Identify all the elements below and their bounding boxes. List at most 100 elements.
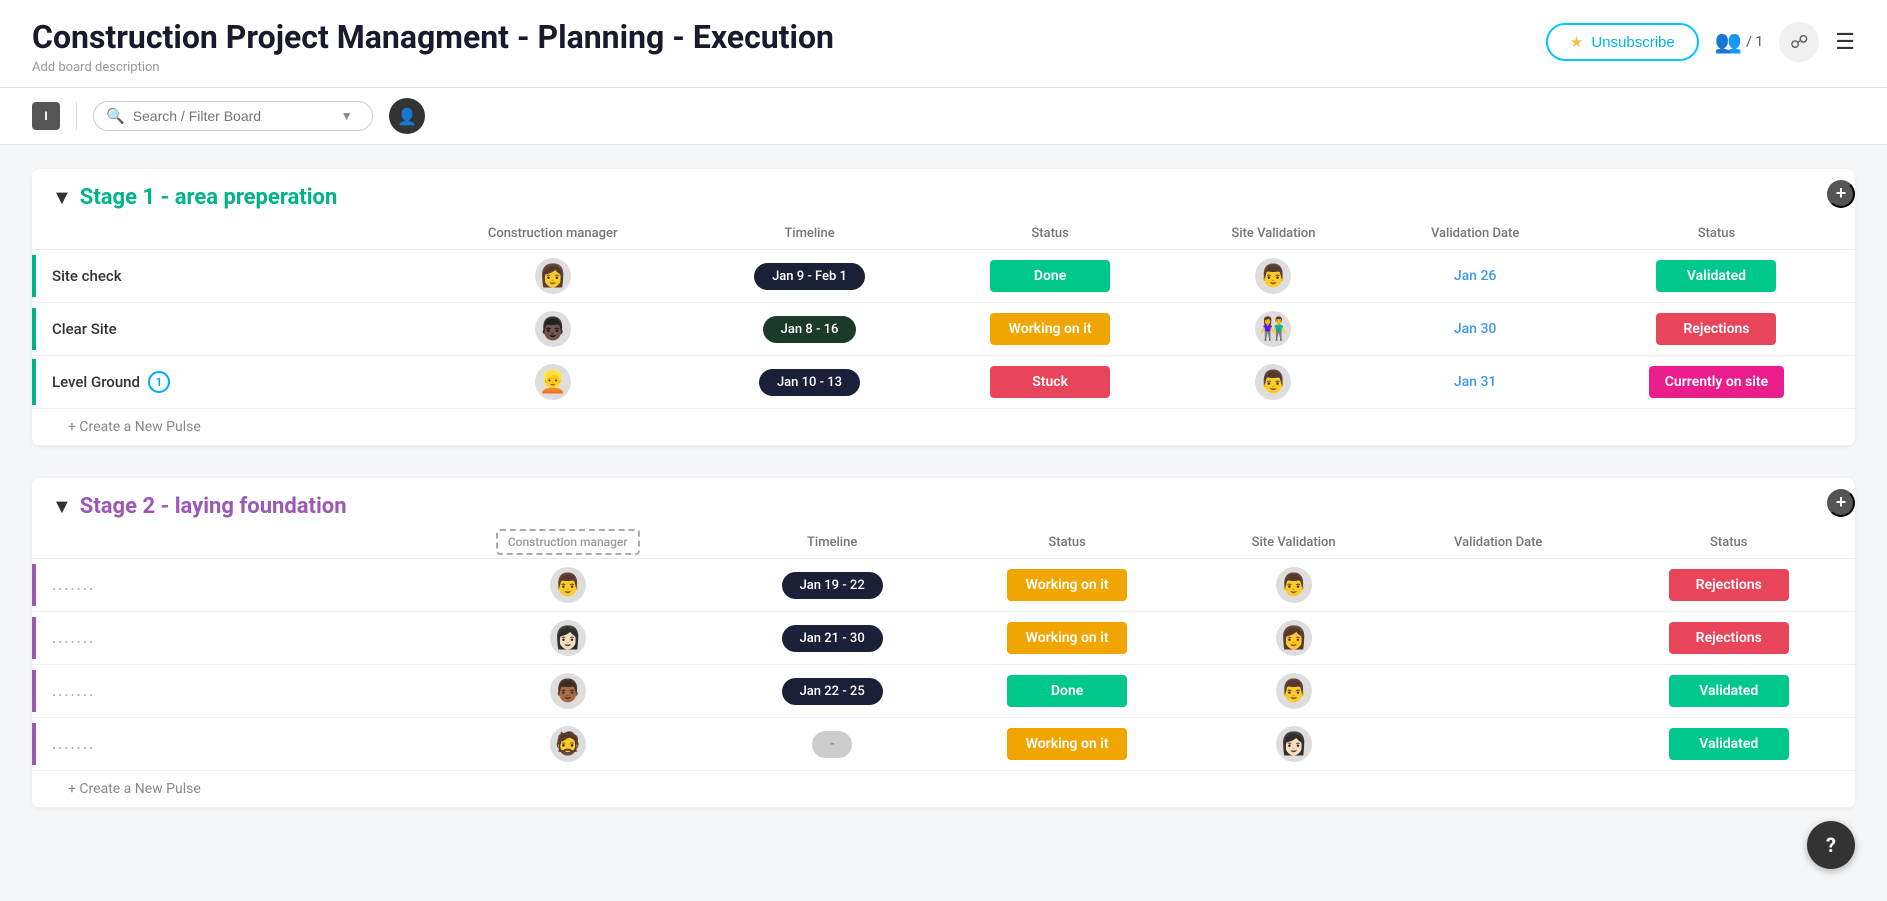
col2-site-validation: Site Validation <box>1193 527 1394 559</box>
final-status-cell-3[interactable]: Validated <box>1602 718 1855 771</box>
col2-timeline: Timeline <box>723 527 940 559</box>
stage-1-collapse-icon[interactable]: ▼ <box>52 185 72 210</box>
add-pulse-cell: + Create a New Pulse <box>32 771 1855 808</box>
stage-2-table-wrapper: Construction manager Timeline Status Sit… <box>32 527 1855 808</box>
status-cell-2[interactable]: Done <box>941 665 1193 718</box>
timeline-cell-1[interactable]: Jan 8 - 16 <box>693 303 925 356</box>
hamburger-button[interactable]: ☰ <box>1835 29 1855 55</box>
task-name-text: Clear Site <box>52 320 117 338</box>
help-button[interactable]: ? <box>1807 821 1855 869</box>
avatar: 👩 <box>535 258 571 294</box>
timeline-pill: - <box>812 731 852 758</box>
construction-manager-cell-0: 👨 <box>412 559 723 612</box>
col2-status: Status <box>941 527 1193 559</box>
stage-1-section: ▼ Stage 1 - area preperation + Construct… <box>32 169 1855 446</box>
site-validation-avatar: 👨 <box>1255 364 1291 400</box>
final-status-cell-0[interactable]: Rejections <box>1602 559 1855 612</box>
stage-2-collapse-icon[interactable]: ▼ <box>52 494 72 519</box>
chevron-down-icon[interactable]: ▼ <box>341 109 353 123</box>
status-badge: Done <box>990 260 1110 292</box>
stage-1-add-column-button[interactable]: + <box>1827 180 1855 208</box>
site-validation-cell-1: 👫 <box>1175 303 1373 356</box>
task-name-cell-3[interactable]: ....... <box>32 718 412 771</box>
status-cell-0[interactable]: Done <box>926 250 1175 303</box>
stage-2-add-column-button[interactable]: + <box>1827 489 1855 517</box>
col-task-name <box>32 218 412 250</box>
construction-manager-cell-1: 👨🏿 <box>412 303 693 356</box>
validation-date-cell-1 <box>1394 612 1603 665</box>
menu-icon: ☰ <box>1835 29 1855 54</box>
add-pulse-row: + Create a New Pulse <box>32 409 1855 446</box>
table-row: ....... 👨 Jan 19 - 22 Working on it 👨 Re… <box>32 559 1855 612</box>
status-badge: Working on it <box>1007 728 1127 760</box>
status-cell-3[interactable]: Working on it <box>941 718 1193 771</box>
user-avatar-filter[interactable]: 👤 <box>389 98 425 134</box>
final-status-cell-2[interactable]: Currently on site <box>1578 356 1855 409</box>
construction-manager-cell-3: 🧔 <box>412 718 723 771</box>
timeline-pill: Jan 21 - 30 <box>782 625 883 652</box>
validation-date-cell-2 <box>1394 665 1603 718</box>
filter-toggle-button[interactable]: I <box>32 102 60 130</box>
final-status-cell-0[interactable]: Validated <box>1578 250 1855 303</box>
status-cell-1[interactable]: Working on it <box>941 612 1193 665</box>
timeline-cell-0[interactable]: Jan 9 - Feb 1 <box>693 250 925 303</box>
task-name-text: ....... <box>52 682 95 700</box>
task-name-cell-1[interactable]: Clear Site <box>32 303 412 356</box>
unsubscribe-button[interactable]: ★ Unsubscribe <box>1546 23 1699 61</box>
timeline-cell-2[interactable]: Jan 22 - 25 <box>723 665 940 718</box>
validation-date-cell-0: Jan 26 <box>1372 250 1578 303</box>
top-header: Construction Project Managment - Plannin… <box>0 0 1887 88</box>
final-status-cell-1[interactable]: Rejections <box>1602 612 1855 665</box>
table-row: Site check 👩 Jan 9 - Feb 1 Done 👨 Jan 26… <box>32 250 1855 303</box>
site-validation-cell-0: 👨 <box>1175 250 1373 303</box>
header-right: ★ Unsubscribe 👥 / 1 ☍ ☰ <box>1546 22 1855 62</box>
table-row: Clear Site 👨🏿 Jan 8 - 16 Working on it 👫… <box>32 303 1855 356</box>
timeline-pill: Jan 9 - Feb 1 <box>754 263 865 290</box>
site-validation-avatar: 👨 <box>1276 673 1312 709</box>
col2-validation-date: Validation Date <box>1394 527 1603 559</box>
task-name-cell-1[interactable]: ....... <box>32 612 412 665</box>
final-status-cell-2[interactable]: Validated <box>1602 665 1855 718</box>
status-badge: Stuck <box>990 366 1110 398</box>
status-badge: Working on it <box>1007 622 1127 654</box>
stage-1-col-headers: Construction manager Timeline Status Sit… <box>32 218 1855 250</box>
status-cell-1[interactable]: Working on it <box>926 303 1175 356</box>
status-badge: Working on it <box>1007 569 1127 601</box>
timeline-cell-1[interactable]: Jan 21 - 30 <box>723 612 940 665</box>
task-name-cell-0[interactable]: Site check <box>32 250 412 303</box>
task-name-cell-2[interactable]: ....... <box>32 665 412 718</box>
user-icon: 👤 <box>397 107 417 126</box>
construction-manager-cell-2: 👨🏾 <box>412 665 723 718</box>
site-validation-avatar: 👨 <box>1276 567 1312 603</box>
status-cell-0[interactable]: Working on it <box>941 559 1193 612</box>
search-input[interactable] <box>133 108 333 124</box>
task-name-text: ....... <box>52 576 95 594</box>
site-validation-cell-3: 👩🏻 <box>1193 718 1394 771</box>
add-pulse-cell: + Create a New Pulse <box>32 409 1855 446</box>
add-pulse-button[interactable]: + Create a New Pulse <box>48 419 1839 435</box>
task-name-text: ....... <box>52 735 95 753</box>
final-status-cell-1[interactable]: Rejections <box>1578 303 1855 356</box>
add-pulse-button[interactable]: + Create a New Pulse <box>48 781 1839 797</box>
final-status-badge: Rejections <box>1669 569 1789 601</box>
col-site-validation: Site Validation <box>1175 218 1373 250</box>
status-cell-2[interactable]: Stuck <box>926 356 1175 409</box>
star-icon: ★ <box>1570 33 1583 51</box>
timeline-cell-0[interactable]: Jan 19 - 22 <box>723 559 940 612</box>
page-title: Construction Project Managment - Plannin… <box>32 18 834 56</box>
stage-1-title: Stage 1 - area preperation <box>80 185 338 210</box>
final-status-badge: Currently on site <box>1649 366 1784 398</box>
site-validation-cell-2: 👨 <box>1175 356 1373 409</box>
validation-date-cell-2: Jan 31 <box>1372 356 1578 409</box>
task-name-cell-0[interactable]: ....... <box>32 559 412 612</box>
table-row: ....... 🧔 - Working on it 👩🏻 Validated <box>32 718 1855 771</box>
site-validation-cell-2: 👨 <box>1193 665 1394 718</box>
avatar: 👩🏻 <box>550 620 586 656</box>
task-name-cell-2[interactable]: Level Ground 1 <box>32 356 412 409</box>
timeline-cell-2[interactable]: Jan 10 - 13 <box>693 356 925 409</box>
status-badge: Working on it <box>990 313 1110 345</box>
activity-button[interactable]: ☍ <box>1779 22 1819 62</box>
dashed-header-label: Construction manager <box>496 529 640 555</box>
timeline-cell-3[interactable]: - <box>723 718 940 771</box>
col-status: Status <box>926 218 1175 250</box>
